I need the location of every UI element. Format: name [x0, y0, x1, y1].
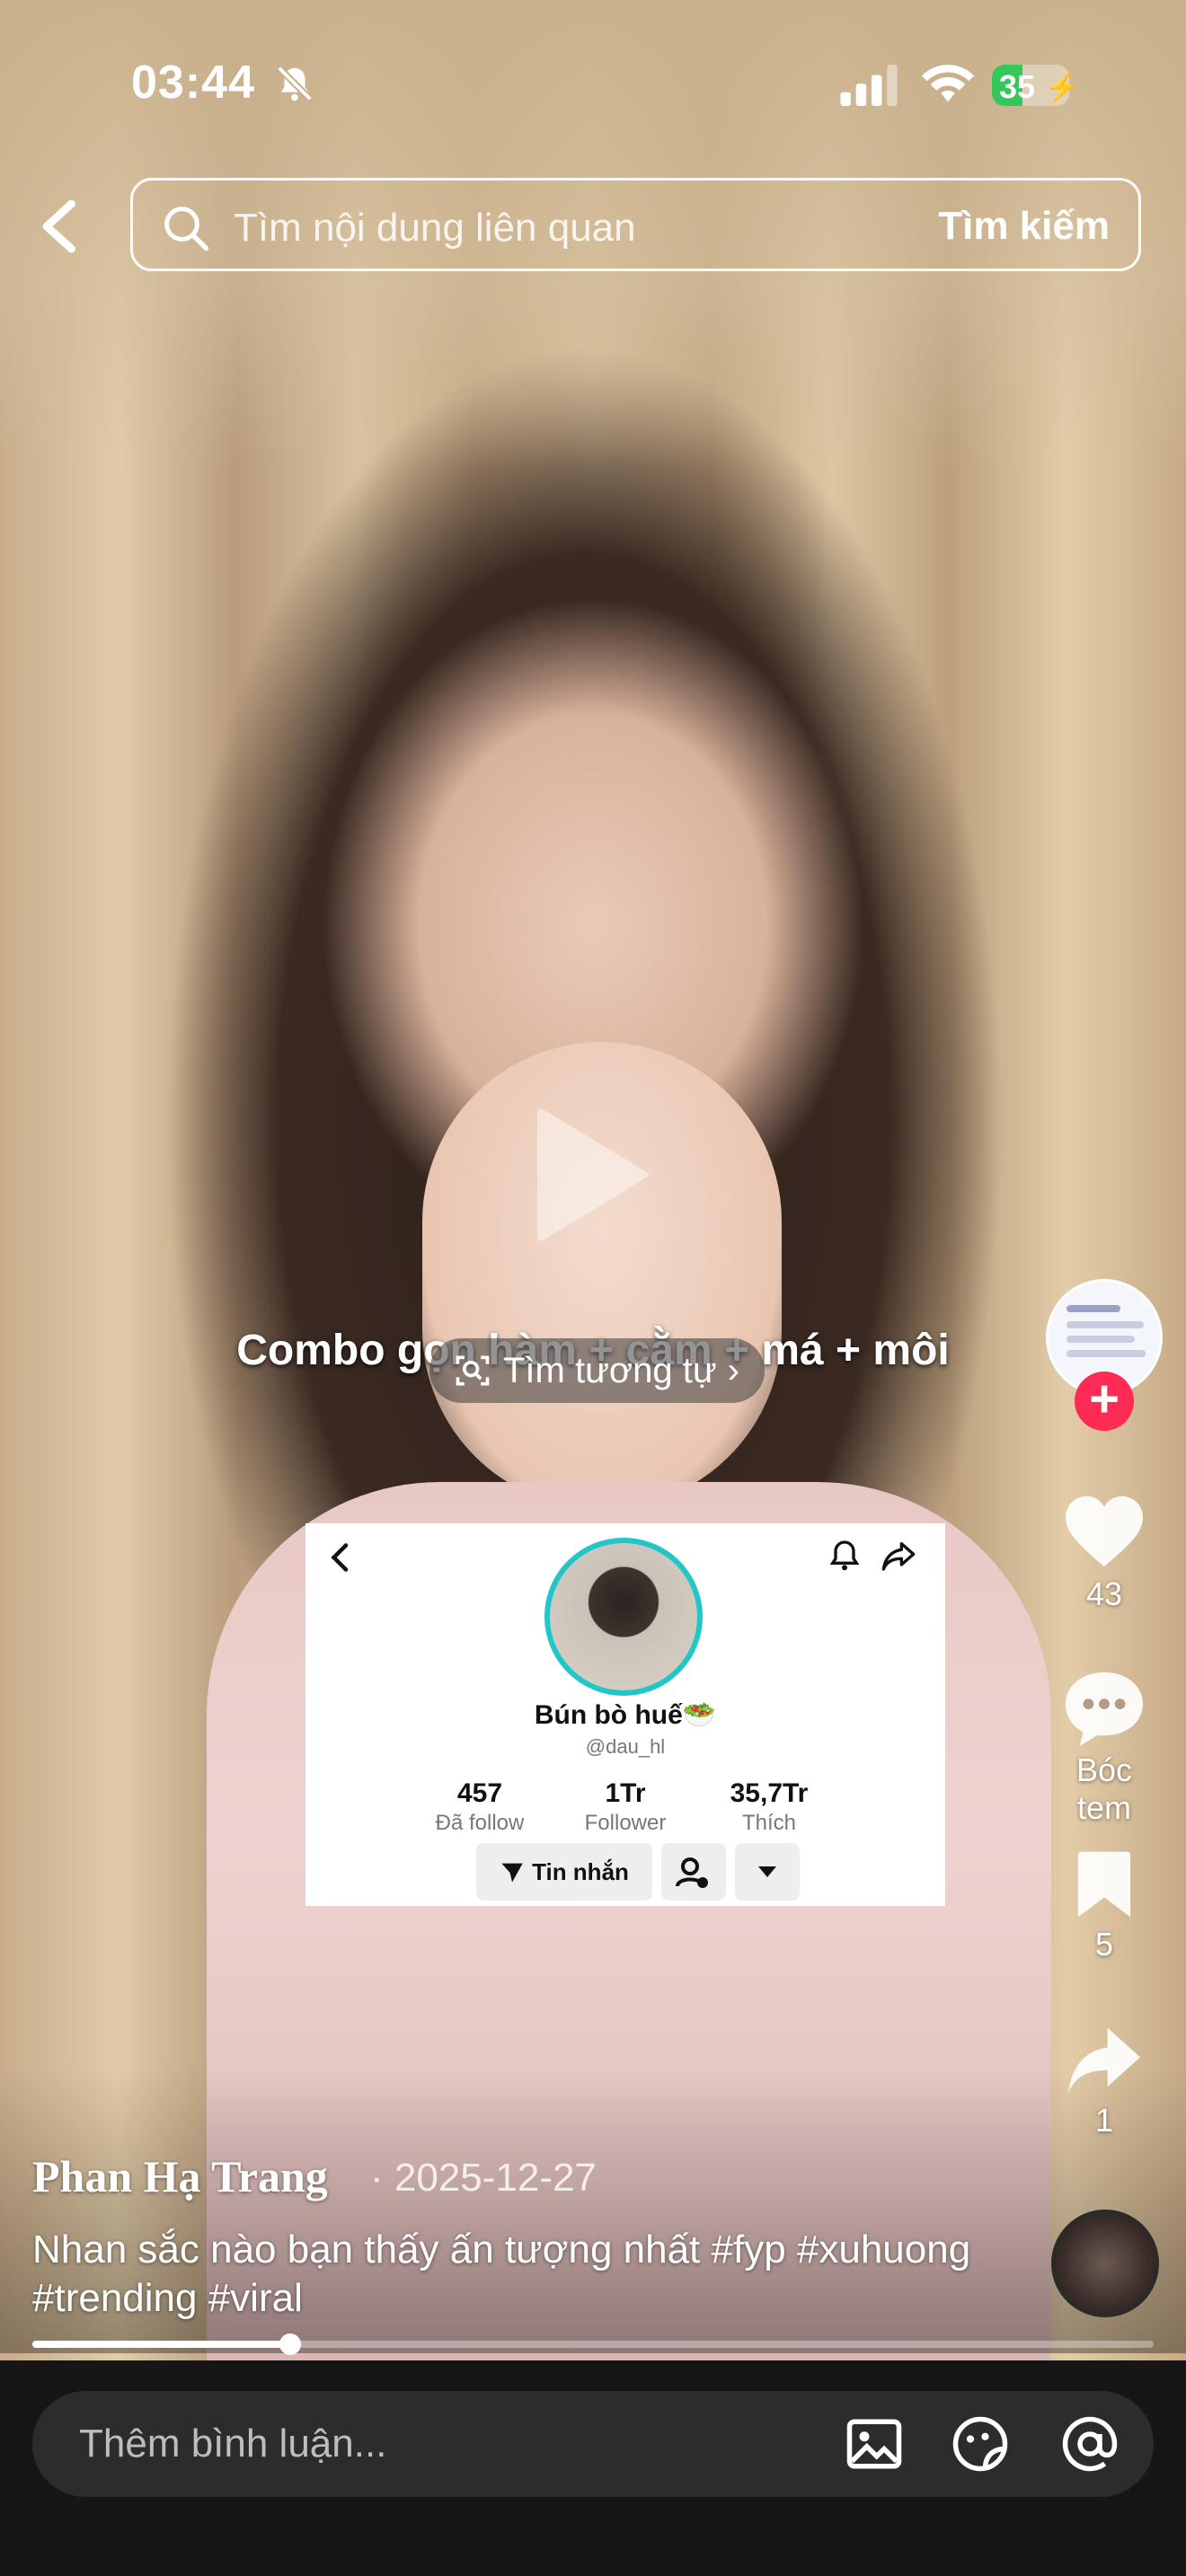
avatar-line [1067, 1321, 1144, 1328]
image-icon[interactable] [845, 2414, 904, 2474]
bell-muted-icon [277, 66, 313, 101]
battery-indicator: 35 ⚡ [992, 65, 1080, 106]
comment-placeholder: Thêm bình luận... [79, 2422, 387, 2466]
stat-value: 1Tr [605, 1778, 646, 1808]
follow-plus-button[interactable]: + [1075, 1372, 1134, 1431]
back-arrow-icon [331, 1543, 349, 1572]
message-button: Tin nhắn [476, 1843, 652, 1901]
like-count: 43 [1085, 1575, 1123, 1612]
avatar-line [1067, 1305, 1120, 1312]
bookmark-count: 5 [1094, 1926, 1114, 1963]
stat-value: 35,7Tr [730, 1778, 809, 1808]
comment-bar: Thêm bình luận... [0, 2360, 1186, 2576]
author-name[interactable]: Phan Hạ Trang [32, 2150, 328, 2202]
charging-icon: ⚡ [1044, 71, 1080, 103]
comment-count: Bóc tem [1075, 1751, 1133, 1826]
stat-label: Đã follow [435, 1811, 525, 1835]
status-time: 03:44 [131, 57, 255, 109]
progress-handle[interactable] [279, 2333, 302, 2355]
music-disc-icon[interactable] [1051, 2210, 1159, 2317]
share-count: 1 [1094, 2102, 1114, 2139]
status-bar: 03:44 35 ⚡ [0, 0, 1186, 171]
send-icon [501, 1863, 523, 1883]
add-friend-button [661, 1843, 726, 1901]
stat-likes: 35,7Tr Thích [697, 1778, 841, 1836]
stat-label: Follower [584, 1811, 667, 1835]
comment-button[interactable]: Bóc tem [1046, 1669, 1163, 1827]
message-label: Tin nhắn [532, 1857, 629, 1885]
profile-avatar [544, 1538, 703, 1696]
avatar-line [1067, 1350, 1146, 1357]
comment-bubble-icon [1066, 1672, 1143, 1746]
stat-value: 457 [456, 1778, 503, 1808]
embedded-profile-card: Bún bò huế🥗 @dau_hl 457 Đã follow 1Tr Fo… [305, 1523, 945, 1906]
share-arrow-icon [1068, 2027, 1140, 2094]
heart-icon [1066, 1495, 1143, 1567]
search-input[interactable]: Tìm nội dung liên quan Tìm kiếm [130, 178, 1141, 271]
search-icon [164, 207, 209, 251]
cellular-signal-icon [840, 65, 898, 106]
battery-level: 35 [999, 68, 1036, 105]
bookmark-icon [1077, 1851, 1131, 1918]
like-button[interactable]: 43 [1046, 1493, 1163, 1613]
progress-fill [32, 2341, 291, 2348]
profile-handle: @dau_hl [585, 1735, 666, 1758]
chevron-right-icon: › [727, 1351, 739, 1390]
caret-down-icon [758, 1866, 776, 1877]
video-screen[interactable]: 03:44 35 ⚡ Tìm nội dung liên quan Tìm ki… [0, 0, 1186, 2576]
post-description: Nhan sắc nào bạn thấy ấn tượng nhất #fyp… [32, 2228, 971, 2320]
bookmark-button[interactable]: 5 [1046, 1848, 1163, 1963]
wifi-icon [921, 65, 975, 102]
find-similar-button[interactable]: Tìm tương tự › [429, 1338, 765, 1403]
share-button[interactable]: 1 [1046, 2025, 1163, 2139]
stat-label: Thích [741, 1811, 797, 1835]
sticker-icon[interactable] [951, 2414, 1010, 2474]
more-dropdown-button [735, 1843, 800, 1901]
search-button[interactable]: Tìm kiếm [938, 204, 1110, 249]
search-placeholder: Tìm nội dung liên quan [234, 206, 636, 250]
mention-icon[interactable] [1060, 2414, 1120, 2474]
video-progress-bar[interactable] [32, 2333, 1154, 2355]
profile-name: Bún bò huế🥗 [534, 1700, 717, 1730]
stat-following: 457 Đã follow [408, 1778, 552, 1836]
find-similar-label: Tìm tương tự [503, 1351, 717, 1390]
bell-icon [829, 1540, 860, 1571]
post-date: · 2025-12-27 [370, 2156, 597, 2200]
scan-search-icon [456, 1355, 490, 1386]
comment-input[interactable]: Thêm bình luận... [32, 2391, 1154, 2497]
avatar-line [1067, 1336, 1135, 1343]
stat-followers: 1Tr Follower [553, 1778, 697, 1836]
person-add-icon [676, 1857, 708, 1888]
back-arrow-icon[interactable] [36, 199, 84, 253]
share-arrow-icon [881, 1542, 916, 1571]
play-icon[interactable] [534, 1103, 652, 1247]
